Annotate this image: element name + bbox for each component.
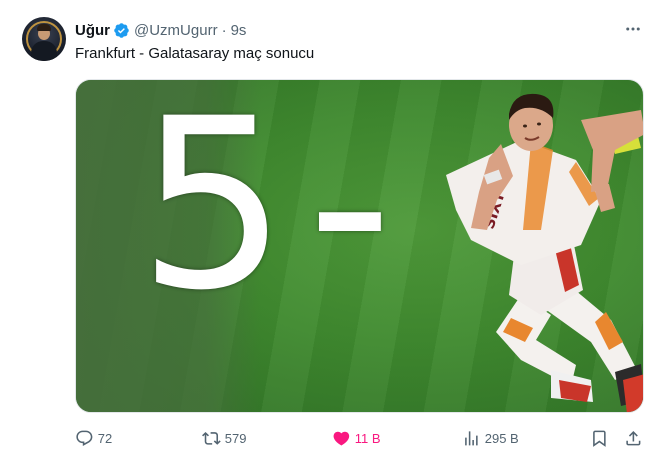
- share-button[interactable]: [624, 427, 643, 449]
- retweet-count: 579: [224, 430, 247, 446]
- meta-separator: ·: [221, 21, 227, 39]
- avatar-hair: [37, 24, 51, 31]
- heart-icon: [333, 431, 350, 446]
- retweet-icon: [202, 431, 221, 445]
- bookmark-icon: [593, 430, 606, 447]
- tweet-media-image[interactable]: 5- SIXT: [75, 79, 644, 413]
- tweet-header: Uğur @UzmUgurr · 9s: [75, 20, 246, 40]
- verified-badge-icon[interactable]: [113, 22, 130, 39]
- player-lying-image: SIXT: [446, 93, 643, 412]
- tweet-text: Frankfurt - Galatasaray maç sonucu: [75, 45, 315, 62]
- score-overlay-text: 5-: [138, 79, 413, 342]
- avatar[interactable]: [22, 17, 66, 61]
- tweet-card[interactable]: Uğur @UzmUgurr · 9s Frankfurt - Galatasa…: [0, 0, 670, 461]
- avatar-torso: [31, 41, 57, 61]
- user-handle[interactable]: @UzmUgurr: [134, 22, 218, 39]
- retweet-button[interactable]: 579: [202, 427, 246, 449]
- share-icon: [626, 430, 641, 446]
- like-count: 11 B: [354, 430, 381, 446]
- views-count: 295 B: [484, 430, 519, 446]
- bookmark-button[interactable]: [590, 427, 609, 449]
- reply-count: 72: [97, 430, 113, 446]
- tweet-actions: 72 579 11 B 295 B: [75, 427, 644, 449]
- reply-icon: [76, 430, 93, 446]
- more-options-icon[interactable]: [622, 20, 644, 38]
- views-icon: [465, 430, 478, 446]
- tweet-timestamp[interactable]: 9s: [231, 22, 247, 39]
- display-name[interactable]: Uğur: [75, 22, 110, 39]
- reply-button[interactable]: 72: [75, 427, 112, 449]
- views-button[interactable]: 295 B: [462, 427, 519, 449]
- like-button[interactable]: 11 B: [332, 427, 381, 449]
